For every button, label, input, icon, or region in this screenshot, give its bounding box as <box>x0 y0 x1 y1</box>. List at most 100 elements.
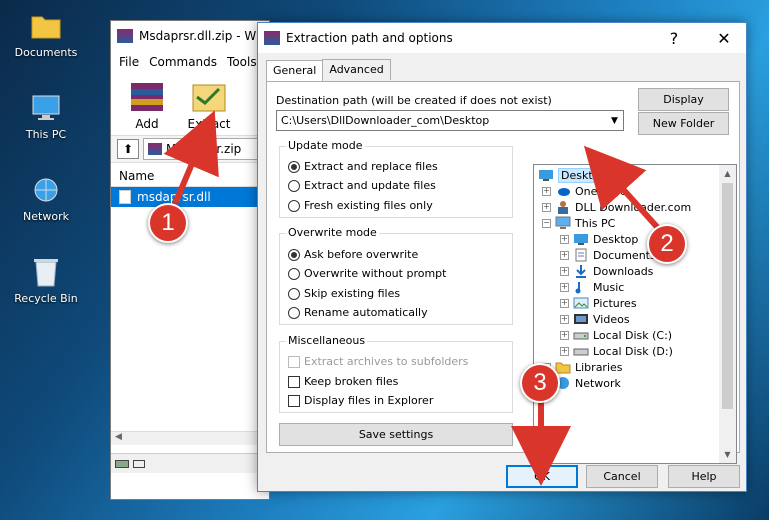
tree-label: DLL Downloader.com <box>575 200 692 214</box>
desktop-icon-this-pc[interactable]: This PC <box>10 92 82 141</box>
desktop-icon-documents[interactable]: Documents <box>10 10 82 59</box>
up-folder-icon[interactable]: ⬆ <box>117 139 139 159</box>
file-row[interactable]: msdaprsr.dll <box>111 187 269 207</box>
desktop-icon-network[interactable]: Network <box>10 174 82 223</box>
save-settings-button[interactable]: Save settings <box>279 423 513 446</box>
extract-to-button[interactable]: Extract To <box>185 77 233 145</box>
ok-button[interactable]: OK <box>506 465 578 488</box>
videos-icon <box>574 314 588 324</box>
tab-advanced[interactable]: Advanced <box>322 59 391 80</box>
expand-icon[interactable]: + <box>560 346 569 356</box>
tree-item-desktop[interactable]: Desktop <box>538 167 610 183</box>
check-display-explorer[interactable]: Display files in Explorer <box>288 394 433 407</box>
checkbox[interactable] <box>288 394 300 407</box>
tree-item-this-pc[interactable]: − This PC <box>542 215 615 231</box>
folder-tree[interactable]: Desktop + OneDrive + DLL Downloader.com … <box>533 164 737 464</box>
tree-label: Videos <box>593 312 630 326</box>
collapse-icon[interactable]: − <box>542 218 551 228</box>
menu-tools[interactable]: Tools <box>227 55 257 69</box>
cancel-button[interactable]: Cancel <box>586 465 658 488</box>
radio-extract-update[interactable]: Extract and update files <box>288 179 436 192</box>
add-button[interactable]: Add <box>123 77 171 131</box>
expand-icon[interactable]: + <box>560 234 569 244</box>
desktop-icon-label: Recycle Bin <box>14 292 78 305</box>
add-label: Add <box>135 117 159 131</box>
radio-button[interactable] <box>288 267 300 280</box>
radio-button[interactable] <box>288 179 300 192</box>
tree-item-user[interactable]: + DLL Downloader.com <box>542 199 691 215</box>
tree-label: Desktop <box>593 232 639 246</box>
radio-extract-replace[interactable]: Extract and replace files <box>288 160 438 173</box>
recycle-bin-icon <box>30 256 62 288</box>
tree-scrollbar[interactable]: ▲ ▼ <box>719 165 736 463</box>
expand-icon[interactable]: + <box>560 314 569 324</box>
tree-label: Local Disk (C:) <box>593 328 673 342</box>
scroll-up-icon[interactable]: ▲ <box>719 165 736 182</box>
expand-icon[interactable]: + <box>560 330 569 340</box>
close-button[interactable]: ✕ <box>702 23 746 53</box>
radio-skip-existing[interactable]: Skip existing files <box>288 287 400 300</box>
step-marker-3: 3 <box>520 363 560 403</box>
destination-path-value: C:\Users\DllDownloader_com\Desktop <box>281 114 490 127</box>
tree-item-videos[interactable]: + Videos <box>560 311 630 327</box>
display-button[interactable]: Display <box>638 88 729 111</box>
expand-icon[interactable]: + <box>560 298 569 308</box>
expand-icon[interactable]: + <box>560 250 569 260</box>
menu-file[interactable]: File <box>119 55 139 69</box>
tree-item-local-disk-c[interactable]: + Local Disk (C:) <box>560 327 672 343</box>
option-label: Keep broken files <box>304 375 399 388</box>
tree-item-downloads[interactable]: + Downloads <box>560 263 653 279</box>
expand-icon[interactable]: + <box>560 266 569 276</box>
winrar-horizontal-scrollbar[interactable]: ◀ <box>111 431 269 445</box>
radio-button[interactable] <box>288 306 300 319</box>
radio-button[interactable] <box>288 199 300 212</box>
radio-rename-automatically[interactable]: Rename automatically <box>288 306 428 319</box>
scroll-thumb[interactable] <box>722 183 733 409</box>
radio-ask-before[interactable]: Ask before overwrite <box>288 248 418 261</box>
tree-item-local-disk-d[interactable]: + Local Disk (D:) <box>560 343 673 359</box>
radio-fresh-existing[interactable]: Fresh existing files only <box>288 199 433 212</box>
tree-item-music[interactable]: + Music <box>560 279 624 295</box>
expand-icon[interactable]: + <box>542 202 551 212</box>
overwrite-mode-title: Overwrite mode <box>286 226 379 239</box>
tree-label: Documents <box>593 248 656 262</box>
tree-item-documents[interactable]: + Documents <box>560 247 656 263</box>
tree-label: Downloads <box>593 264 654 278</box>
option-label: Display files in Explorer <box>304 394 434 407</box>
file-name: msdaprsr.dll <box>137 190 211 204</box>
destination-path-combo[interactable]: C:\Users\DllDownloader_com\Desktop ▼ <box>276 110 624 131</box>
scroll-down-icon[interactable]: ▼ <box>719 446 736 463</box>
key-status-icon <box>133 459 145 468</box>
tree-item-onedrive[interactable]: + OneDrive <box>542 183 627 199</box>
miscellaneous-group: Miscellaneous Extract archives to subfol… <box>279 334 513 413</box>
computer-icon <box>555 216 571 229</box>
desktop-icon-recycle-bin[interactable]: Recycle Bin <box>10 256 82 305</box>
music-icon <box>575 282 581 294</box>
add-archive-icon <box>127 77 167 113</box>
column-header-name[interactable]: Name <box>111 165 269 187</box>
radio-button[interactable] <box>288 287 300 300</box>
drive-icon <box>573 332 589 340</box>
tab-general[interactable]: General <box>266 60 324 81</box>
option-label: Overwrite without prompt <box>304 267 447 280</box>
menu-commands[interactable]: Commands <box>149 55 217 69</box>
checkbox <box>288 355 300 368</box>
option-label: Extract and replace files <box>304 160 438 173</box>
winrar-dialog-icon <box>264 31 280 45</box>
check-keep-broken[interactable]: Keep broken files <box>288 375 398 388</box>
checkbox[interactable] <box>288 375 300 388</box>
radio-overwrite-without-prompt[interactable]: Overwrite without prompt <box>288 267 446 280</box>
radio-button[interactable] <box>288 160 300 173</box>
overwrite-mode-group: Overwrite mode Ask before overwrite Over… <box>279 226 513 325</box>
help-button[interactable]: Help <box>668 465 740 488</box>
help-title-button[interactable]: ? <box>652 23 696 53</box>
winrar-address-field[interactable]: Msdaprsr.zip <box>143 138 269 160</box>
expand-icon[interactable]: + <box>560 282 569 292</box>
tree-item-pc-desktop[interactable]: + Desktop <box>560 231 638 247</box>
radio-button[interactable] <box>288 248 300 261</box>
option-label: Skip existing files <box>304 287 401 300</box>
chevron-down-icon[interactable]: ▼ <box>606 111 623 130</box>
expand-icon[interactable]: + <box>542 186 551 196</box>
new-folder-button[interactable]: New Folder <box>638 112 729 135</box>
tree-item-pictures[interactable]: + Pictures <box>560 295 637 311</box>
